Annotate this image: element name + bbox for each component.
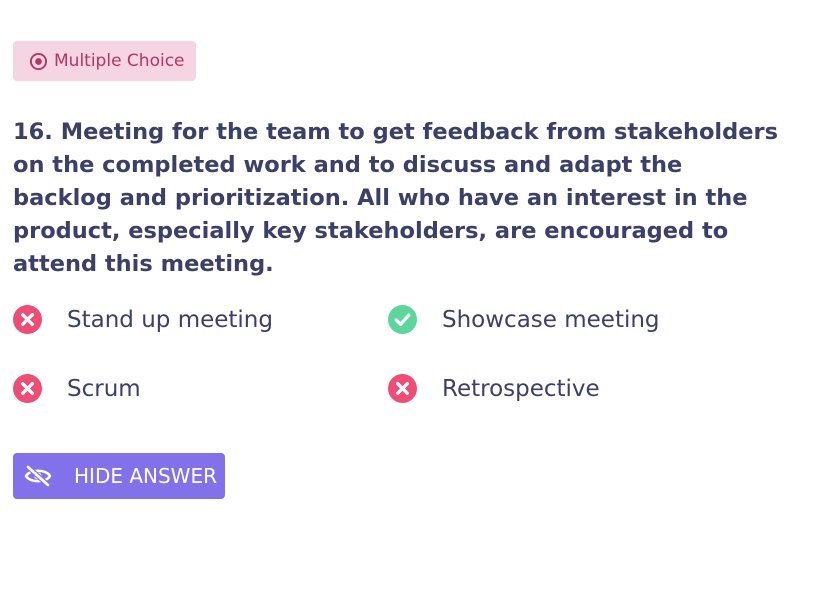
- cross-circle-icon: [13, 374, 42, 403]
- question-type-label: Multiple Choice: [54, 51, 185, 71]
- cross-circle-icon: [388, 374, 417, 403]
- hide-answer-button[interactable]: HIDE ANSWER: [13, 453, 225, 499]
- option-label: Scrum: [67, 375, 141, 402]
- option-retrospective: Retrospective: [388, 374, 600, 403]
- question-type-badge: Multiple Choice: [13, 41, 196, 81]
- option-showcase-meeting: Showcase meeting: [388, 305, 660, 334]
- option-label: Showcase meeting: [442, 306, 660, 333]
- option-label: Stand up meeting: [67, 306, 273, 333]
- question-text: 16. Meeting for the team to get feedback…: [13, 119, 778, 277]
- question-card: Multiple Choice 16. Meeting for the team…: [0, 0, 826, 602]
- check-circle-icon: [388, 305, 417, 334]
- cross-circle-icon: [13, 305, 42, 334]
- radio-button-icon: [29, 52, 48, 71]
- hide-answer-label: HIDE ANSWER: [74, 464, 217, 488]
- option-stand-up-meeting: Stand up meeting: [13, 305, 273, 334]
- option-scrum: Scrum: [13, 374, 141, 403]
- option-label: Retrospective: [442, 375, 600, 402]
- eye-slash-icon: [24, 464, 52, 488]
